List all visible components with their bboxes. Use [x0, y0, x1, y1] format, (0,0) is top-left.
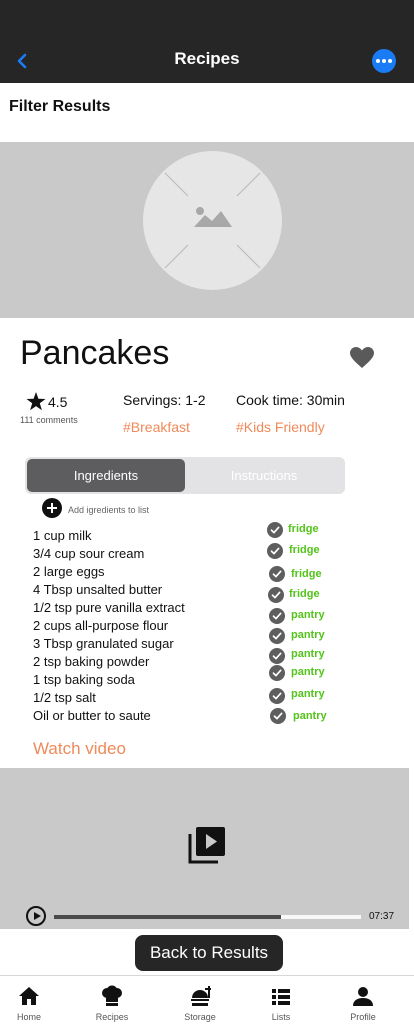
home-icon: [19, 987, 39, 1005]
image-icon: [164, 172, 261, 269]
image-placeholder-circle: [143, 151, 282, 290]
video-progress-bar[interactable]: [54, 915, 361, 919]
ingredient-item: 2 cups all-purpose flour: [33, 618, 169, 633]
ingredient-item: 1/2 tsp salt: [33, 690, 96, 705]
tab-recipes[interactable]: Recipes: [71, 976, 153, 1030]
ingredient-item: 3 Tbsp granulated sugar: [33, 636, 174, 651]
tab-storage[interactable]: Storage: [159, 976, 241, 1030]
storage-label: fridge: [288, 523, 319, 535]
storage-label: pantry: [291, 688, 325, 700]
nav-title: Recipes: [174, 49, 240, 68]
tab-home[interactable]: Home: [0, 976, 70, 1030]
profile-icon: [353, 987, 373, 1006]
ingredient-item: 2 tsp baking powder: [33, 654, 150, 669]
cook-time: Cook time: 30min: [236, 392, 345, 408]
check-circle-icon: [269, 688, 285, 704]
tab-ingredients[interactable]: Ingredients: [27, 459, 185, 492]
ingredient-item: 4 Tbsp unsalted butter: [33, 582, 163, 597]
check-circle-icon: [267, 543, 283, 559]
more-options-icon[interactable]: [372, 49, 396, 73]
recipe-detail-screen: Recipes Filter Results Pancakes 4.5 111 …: [0, 0, 414, 1030]
recipe-title: Pancakes: [20, 334, 170, 372]
ingredient-item: 3/4 cup sour cream: [33, 546, 145, 561]
video-duration: 07:37: [369, 911, 395, 922]
tag-breakfast[interactable]: #Breakfast: [123, 419, 190, 435]
storage-label: pantry: [293, 710, 327, 722]
check-circle-icon: [269, 648, 285, 664]
play-icon[interactable]: [26, 906, 46, 926]
video-library-icon[interactable]: [188, 826, 226, 864]
ingredient-item: Oil or butter to saute: [33, 708, 151, 723]
add-to-list-label[interactable]: Add igredients to list: [68, 505, 149, 515]
tag-kids-friendly[interactable]: #Kids Friendly: [236, 419, 325, 435]
storage-label: fridge: [289, 588, 320, 600]
tab-instructions[interactable]: Instructions: [185, 459, 343, 492]
back-to-results-button[interactable]: Back to Results: [135, 935, 283, 971]
add-circle-icon[interactable]: [42, 498, 62, 518]
ingredient-item: 1/2 tsp pure vanilla extract: [33, 600, 185, 615]
tab-profile[interactable]: Profile: [322, 976, 404, 1030]
list-icon: [272, 989, 290, 1005]
servings: Servings: 1-2: [123, 392, 206, 408]
tab-label: Lists: [271, 1012, 291, 1022]
check-circle-icon: [267, 522, 283, 538]
tab-label: Profile: [350, 1012, 376, 1022]
storage-label: pantry: [291, 629, 325, 641]
rating-value: 4.5: [48, 394, 68, 410]
tab-bar: Home Recipes Storage Lists Profile: [0, 975, 414, 1030]
check-circle-icon: [268, 587, 284, 603]
video-player[interactable]: 07:37: [0, 768, 409, 929]
recipe-image-placeholder: [0, 142, 414, 318]
watch-video-heading[interactable]: Watch video: [33, 739, 126, 759]
chef-hat-icon: [102, 985, 122, 1006]
comments-count[interactable]: 111 comments: [20, 415, 78, 425]
tab-label: Recipes: [95, 1012, 129, 1022]
storage-label: pantry: [291, 648, 325, 660]
storage-label: fridge: [291, 568, 322, 580]
check-circle-icon: [269, 566, 285, 582]
ingredients-instructions-toggle: Ingredients Instructions: [25, 457, 345, 494]
ingredient-item: 1 tsp baking soda: [33, 672, 135, 687]
navigation-bar: Recipes: [0, 0, 414, 83]
check-circle-icon: [269, 628, 285, 644]
check-circle-icon: [269, 665, 285, 681]
video-progress-fill: [54, 915, 282, 919]
tab-label: Home: [16, 1012, 41, 1022]
filter-results-link[interactable]: Filter Results: [9, 98, 110, 116]
storage-label: pantry: [291, 609, 325, 621]
check-circle-icon: [269, 608, 285, 624]
storage-label: fridge: [289, 544, 320, 556]
star-icon: [26, 392, 46, 411]
ingredient-item: 1 cup milk: [33, 528, 92, 543]
heart-icon[interactable]: [349, 346, 375, 370]
ingredient-item: 2 large eggs: [33, 564, 105, 579]
check-circle-icon: [270, 708, 286, 724]
tab-label: Storage: [184, 1012, 216, 1022]
storage-label: pantry: [291, 666, 325, 678]
storage-icon: [191, 986, 211, 1006]
tab-lists[interactable]: Lists: [240, 976, 322, 1030]
